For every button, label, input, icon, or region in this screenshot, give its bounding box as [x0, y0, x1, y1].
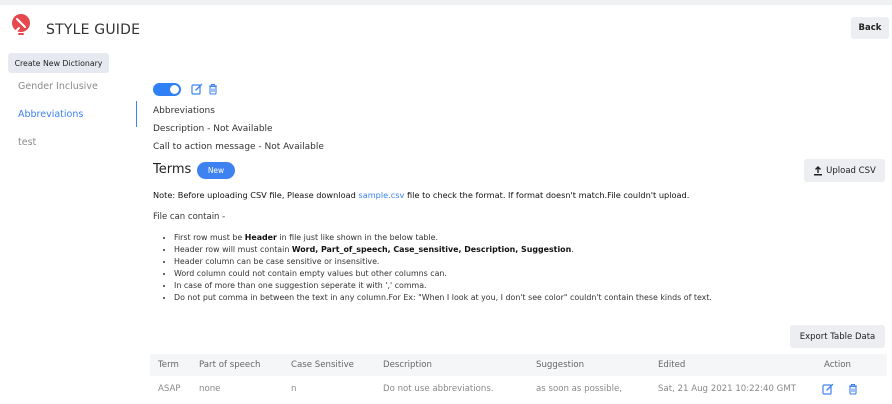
column-header-part-of-speech[interactable]: Part of speech [199, 360, 260, 370]
file-can-contain-label: File can contain - [153, 212, 226, 222]
upload-note: Note: Before uploading CSV file, Please … [153, 190, 689, 200]
back-button[interactable]: Back [851, 17, 889, 39]
dictionary-description: Description - Not Available [153, 124, 273, 134]
column-header-term[interactable]: Term [158, 360, 179, 370]
upload-csv-button[interactable]: Upload CSV [804, 159, 885, 182]
edit-icon[interactable] [191, 83, 203, 95]
dictionary-cta-message: Call to action message - Not Available [153, 142, 324, 152]
note-prefix: Note: Before uploading CSV file, Please … [153, 190, 359, 200]
brand-logo-icon [12, 14, 30, 35]
rules-list: First row must be Header in file just li… [164, 232, 712, 304]
upload-icon [814, 165, 823, 175]
sidebar-item-test[interactable]: test [18, 137, 36, 148]
new-term-button[interactable]: New [197, 162, 235, 179]
sample-csv-link[interactable]: sample.csv [358, 190, 404, 200]
sidebar-item-abbreviations[interactable]: Abbreviations [18, 109, 83, 120]
dictionary-name: Abbreviations [153, 106, 215, 116]
rule-item: In case of more than one suggestion sepe… [174, 280, 712, 292]
app-title: STYLE GUIDE [46, 22, 141, 38]
rule-item: Header column can be case sensitive or i… [174, 256, 712, 268]
rule-item: Word column could not contain empty valu… [174, 268, 712, 280]
top-strip [0, 0, 892, 5]
rule-item: Header row will must contain Word, Part_… [174, 244, 712, 256]
cell-part-of-speech: none [199, 384, 221, 394]
rule-item: First row must be Header in file just li… [174, 232, 712, 244]
column-header-action: Action [824, 360, 851, 370]
upload-csv-label: Upload CSV [826, 165, 876, 176]
terms-title: Terms [153, 162, 192, 177]
column-header-description[interactable]: Description [383, 360, 432, 370]
cell-suggestion: as soon as possible, [536, 384, 623, 394]
row-delete-icon[interactable] [847, 383, 859, 395]
active-indicator [136, 101, 137, 127]
cell-description: Do not use abbreviations. [383, 384, 494, 394]
column-header-suggestion[interactable]: Suggestion [536, 360, 584, 370]
sidebar-item-gender-inclusive[interactable]: Gender Inclusive [18, 81, 98, 92]
column-header-case-sensitive[interactable]: Case Sensitive [291, 360, 354, 370]
cell-edited: Sat, 21 Aug 2021 10:22:40 GMT [658, 384, 796, 394]
create-dictionary-button[interactable]: Create New Dictionary [8, 53, 109, 73]
rule-item: Do not put comma in between the text in … [174, 292, 712, 304]
sidebar: Create New Dictionary Gender Inclusive A… [0, 48, 138, 404]
note-suffix: file to check the format. If format does… [404, 190, 690, 200]
row-edit-icon[interactable] [822, 383, 834, 395]
cell-case-sensitive: n [291, 384, 297, 394]
table-header [150, 354, 887, 376]
enable-toggle[interactable] [153, 83, 181, 96]
column-header-edited[interactable]: Edited [658, 360, 685, 370]
trash-icon[interactable] [207, 83, 219, 95]
export-table-button[interactable]: Export Table Data [790, 325, 885, 348]
cell-term: ASAP [158, 384, 181, 394]
